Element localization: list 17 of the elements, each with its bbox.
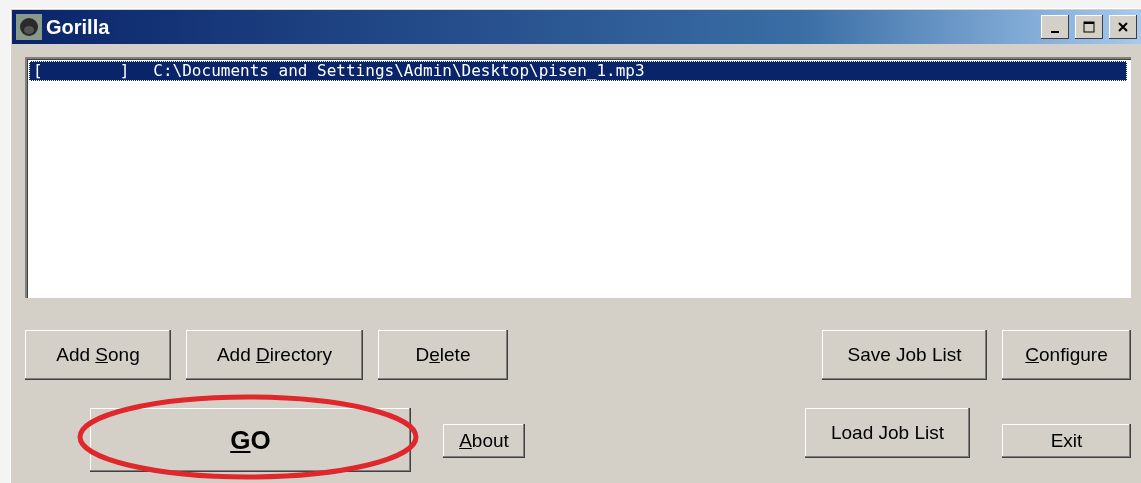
list-item[interactable]: [ ] C:\Documents and Settings\Admin\Desktop\pisen_1.mp3 — [29, 61, 1127, 81]
minimize-icon — [1051, 31, 1059, 33]
action-button[interactable]: Configure — [1002, 330, 1131, 380]
close-button[interactable] — [1109, 15, 1137, 39]
action-button[interactable]: Add Song — [25, 330, 171, 380]
maximize-icon — [1083, 21, 1095, 33]
go-button[interactable]: GO — [90, 408, 411, 472]
maximize-button[interactable] — [1075, 15, 1103, 39]
action-button[interactable]: Delete — [378, 330, 508, 380]
action-button[interactable]: Load Job List — [805, 408, 970, 458]
minimize-button[interactable] — [1041, 15, 1069, 39]
action-button[interactable]: About — [443, 424, 525, 458]
action-button[interactable]: Exit — [1002, 424, 1131, 458]
close-icon — [1117, 21, 1129, 33]
action-button[interactable]: Add Directory — [186, 330, 363, 380]
window-title: Gorilla — [46, 15, 111, 39]
action-button[interactable]: Save Job List — [822, 330, 987, 380]
